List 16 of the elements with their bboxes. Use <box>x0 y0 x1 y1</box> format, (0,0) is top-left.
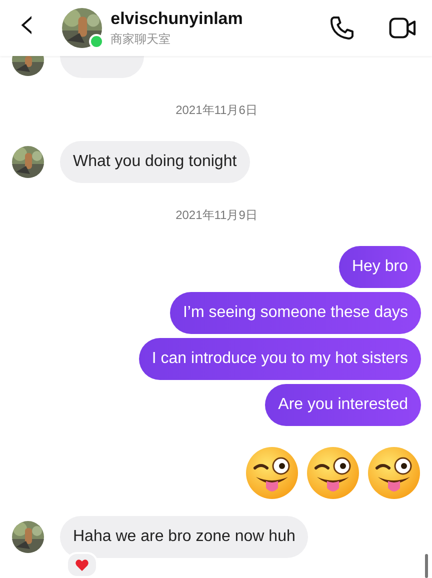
heart-icon <box>75 558 89 572</box>
received-message: Haha we are bro zone now huh <box>60 516 308 558</box>
winking-face-icon <box>367 446 421 500</box>
date-separator: 2021年11月6日 <box>176 102 258 119</box>
winking-face-icon <box>306 446 360 500</box>
received-message: What you doing tonight <box>60 141 250 183</box>
sent-message: Hey bro <box>338 246 421 288</box>
contact-name: elvischunyinlam <box>110 8 244 28</box>
sent-message: I’m seeing someone these days <box>170 292 421 334</box>
sent-message: Are you interested <box>265 384 421 426</box>
sent-message: I can introduce you to my hot sisters <box>138 338 421 380</box>
chat-subtitle: 商家聊天室 <box>110 30 172 48</box>
date-separator: 2021年11月9日 <box>176 207 258 224</box>
back-button[interactable]: ‹ <box>16 4 40 52</box>
phone-icon[interactable] <box>328 14 356 42</box>
winking-face-icon <box>245 446 299 500</box>
